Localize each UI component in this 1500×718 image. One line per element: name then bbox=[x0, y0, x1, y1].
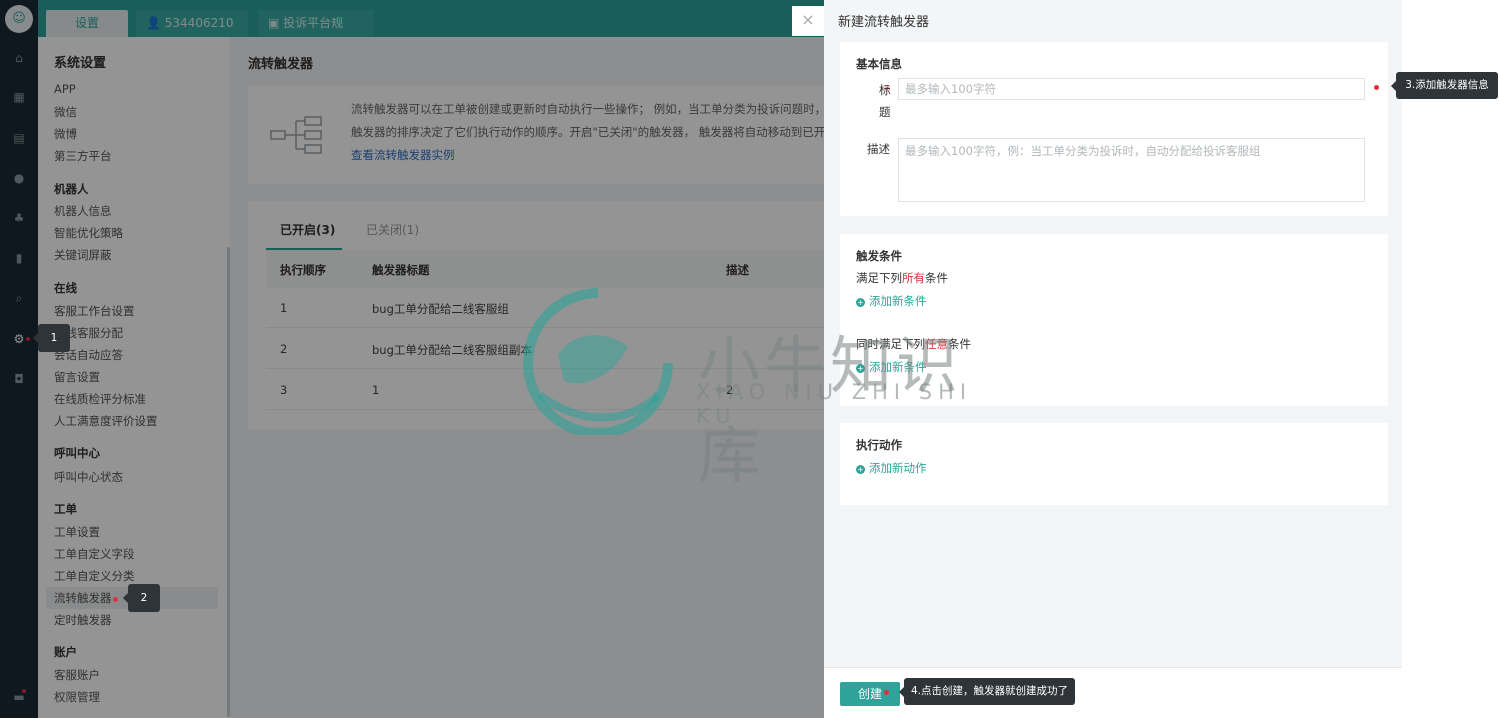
add-any-label: 添加新条件 bbox=[869, 360, 927, 374]
any-red: 任意 bbox=[925, 337, 948, 351]
add-all-label: 添加新条件 bbox=[869, 294, 927, 308]
step-dot-3 bbox=[1374, 85, 1379, 90]
step-tooltip-4: 4.点击创建，触发器就创建成功了 bbox=[899, 678, 1075, 705]
actions-heading: 执行动作 bbox=[856, 438, 902, 452]
step-tooltip-3: 3.添加触发器信息 bbox=[1391, 72, 1498, 99]
conditions-panel: 触发条件 满足下列所有条件 + 添加新条件 同时满足下列任意条件 + 添加新条件 bbox=[840, 234, 1388, 406]
actions-panel: 执行动作 + 添加新动作 bbox=[840, 423, 1388, 505]
basic-info-heading: 基本信息 bbox=[856, 57, 902, 71]
plus-circle-icon: + bbox=[856, 364, 865, 373]
step-dot-4 bbox=[884, 690, 889, 695]
plus-circle-icon: + bbox=[856, 465, 865, 474]
step-tooltip-1: 1 bbox=[33, 324, 70, 352]
all-conditions-text: 满足下列所有条件 bbox=[856, 270, 948, 286]
title-label-2: 题 bbox=[879, 105, 891, 119]
new-trigger-drawer: 新建流转触发器 基本信息 * 标 题 描述 触发条件 满足下列所有条件 +添加新… bbox=[824, 0, 1402, 718]
add-all-condition-link[interactable]: + 添加新条件 bbox=[856, 293, 927, 309]
right-margin bbox=[1402, 0, 1500, 718]
all-post: 条件 bbox=[925, 271, 948, 285]
conditions-heading: 触发条件 bbox=[856, 249, 902, 263]
all-pre: 满足下列 bbox=[856, 271, 902, 285]
drawer-title: 新建流转触发器 bbox=[838, 15, 930, 30]
plus-circle-icon: + bbox=[856, 298, 865, 307]
desc-input[interactable] bbox=[898, 138, 1365, 202]
desc-label: 描述 bbox=[867, 142, 890, 156]
any-post: 条件 bbox=[948, 337, 971, 351]
add-action-label: 添加新动作 bbox=[869, 461, 927, 475]
basic-info-panel: 基本信息 * 标 题 描述 bbox=[840, 42, 1388, 216]
any-pre: 同时满足下列 bbox=[856, 337, 925, 351]
title-label: 标 bbox=[879, 83, 891, 97]
add-any-condition-link[interactable]: + 添加新条件 bbox=[856, 359, 927, 375]
any-conditions-text: 同时满足下列任意条件 bbox=[856, 336, 971, 352]
all-red: 所有 bbox=[902, 271, 925, 285]
create-button[interactable]: 创建 bbox=[840, 682, 900, 706]
add-action-link[interactable]: + 添加新动作 bbox=[856, 460, 927, 476]
step-tooltip-2: 2 bbox=[123, 584, 160, 612]
modal-overlay[interactable] bbox=[0, 0, 824, 718]
drawer-close-button[interactable]: × bbox=[792, 6, 824, 36]
step-dot-2 bbox=[113, 597, 118, 602]
title-input[interactable] bbox=[898, 78, 1365, 100]
